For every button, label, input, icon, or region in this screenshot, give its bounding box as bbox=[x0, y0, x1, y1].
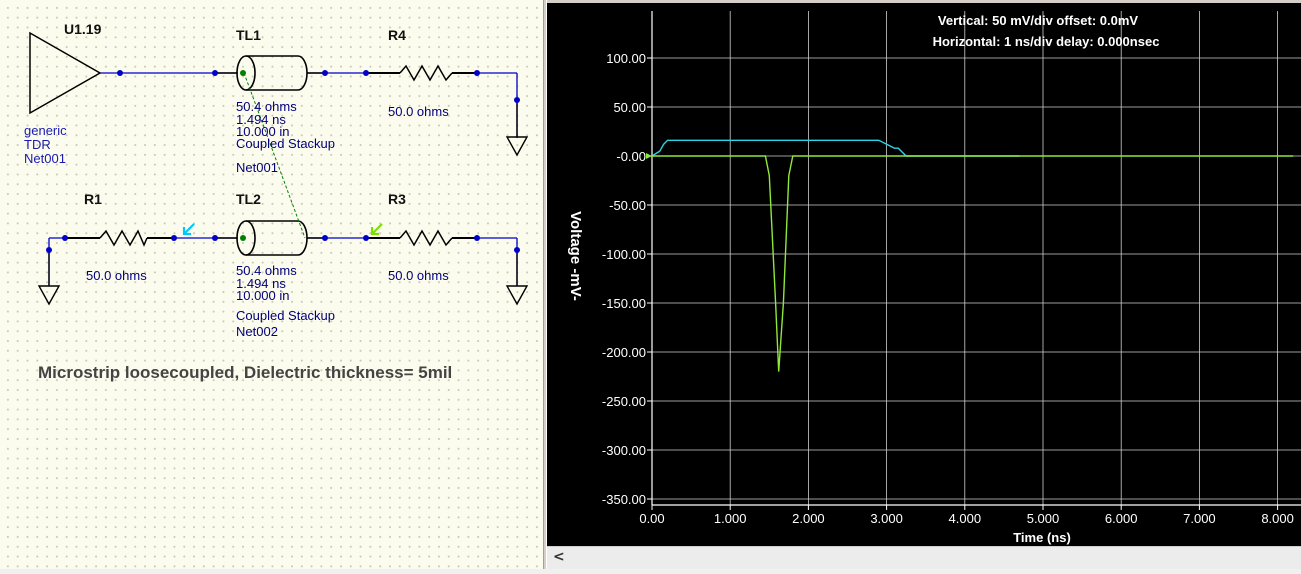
y-tick-label: -150.00 bbox=[602, 296, 646, 311]
vertical-scale-info: Vertical: 50 mV/div offset: 0.0mV bbox=[938, 13, 1138, 28]
u1-ref-label: U1.19 bbox=[64, 21, 102, 37]
resistor-r4-symbol[interactable] bbox=[399, 64, 453, 82]
x-tick-label: 3.000 bbox=[870, 511, 903, 526]
plot-grid bbox=[647, 11, 1301, 510]
probe-arrow-green-icon[interactable] bbox=[370, 223, 383, 236]
y-tick-label: -100.00 bbox=[602, 247, 646, 262]
driver-type-label: TDR bbox=[24, 137, 51, 152]
tl2-length: 10.000 in bbox=[236, 288, 290, 303]
x-tick-labels: 0.00 1.000 2.000 3.000 4.000 5.000 6.000 7.000 8… bbox=[639, 511, 1294, 526]
r3-value: 50.0 ohms bbox=[388, 268, 449, 283]
driver-net-label: Net001 bbox=[24, 151, 66, 166]
horizontal-scrollbar[interactable]: < bbox=[547, 546, 1301, 569]
y-tick-label: -300.00 bbox=[602, 443, 646, 458]
transmission-line-tl1-symbol[interactable] bbox=[215, 55, 325, 91]
waveform-traces bbox=[646, 139, 1294, 372]
r4-value: 50.0 ohms bbox=[388, 104, 449, 119]
x-tick-label: 7.000 bbox=[1183, 511, 1216, 526]
r4-ref-label: R4 bbox=[388, 27, 406, 43]
y-tick-label: -350.00 bbox=[602, 492, 646, 507]
r1-ref-label: R1 bbox=[84, 191, 102, 207]
tl1-stackup: Coupled Stackup bbox=[236, 136, 335, 151]
y-tick-label: -50.00 bbox=[609, 198, 646, 213]
tl2-stackup: Coupled Stackup bbox=[236, 308, 335, 323]
schematic-drawing: U1.19 TL1 R4 R1 TL2 R3 generic TDR Net00… bbox=[24, 21, 529, 382]
waveform-trace-2 bbox=[652, 155, 1294, 372]
x-tick-label: 4.000 bbox=[949, 511, 982, 526]
ground-symbol-r4 bbox=[505, 103, 529, 157]
transmission-line-tl2-symbol[interactable] bbox=[215, 220, 325, 256]
waveform-trace-1 bbox=[651, 139, 1020, 157]
tl1-net: Net001 bbox=[236, 160, 278, 175]
y-tick-labels: 100.00 50.00 -0.00 -50.00 -100.00 -150.00 -200… bbox=[602, 51, 646, 507]
schematic-caption: Microstrip loosecoupled, Dielectric thic… bbox=[38, 363, 452, 382]
ground-symbol-r3 bbox=[505, 252, 529, 306]
y-tick-label: -0.00 bbox=[616, 149, 646, 164]
waveform-plot: 100.00 50.00 -0.00 -50.00 -100.00 -150.00 -200… bbox=[567, 11, 1301, 545]
resistor-r1-symbol[interactable] bbox=[99, 229, 148, 247]
y-axis-label: Voltage -mV- bbox=[567, 211, 584, 301]
resistor-r3-symbol[interactable] bbox=[399, 229, 453, 247]
x-axis-label: Time (ns) bbox=[1013, 530, 1071, 545]
driver-model-label: generic bbox=[24, 123, 67, 138]
zero-level-marker-icon bbox=[646, 153, 652, 159]
ground-symbol-r1 bbox=[37, 252, 61, 306]
x-tick-label: 0.00 bbox=[639, 511, 664, 526]
y-tick-label: -250.00 bbox=[602, 394, 646, 409]
y-tick-label: -200.00 bbox=[602, 345, 646, 360]
probe-arrow-cyan-icon[interactable] bbox=[182, 223, 195, 236]
y-tick-label: 100.00 bbox=[606, 51, 646, 66]
x-tick-label: 5.000 bbox=[1027, 511, 1060, 526]
x-tick-label: 1.000 bbox=[714, 511, 747, 526]
r3-ref-label: R3 bbox=[388, 191, 406, 207]
tl1-ref-label: TL1 bbox=[236, 27, 261, 43]
schematic-canvas[interactable]: U1.19 TL1 R4 R1 TL2 R3 generic TDR Net00… bbox=[0, 0, 543, 569]
horizontal-scale-info: Horizontal: 1 ns/div delay: 0.000nsec bbox=[933, 34, 1160, 49]
coupling-link bbox=[243, 72, 306, 239]
x-tick-label: 6.000 bbox=[1105, 511, 1138, 526]
node-dots bbox=[46, 70, 520, 253]
y-tick-label: 50.00 bbox=[613, 100, 646, 115]
oscilloscope-panel: 100.00 50.00 -0.00 -50.00 -100.00 -150.00 -200… bbox=[547, 0, 1301, 546]
tdr-driver-symbol[interactable] bbox=[29, 31, 102, 115]
x-tick-label: 2.000 bbox=[792, 511, 825, 526]
scroll-left-arrow-icon[interactable]: < bbox=[553, 549, 565, 565]
tl2-ref-label: TL2 bbox=[236, 191, 261, 207]
x-tick-label: 8.000 bbox=[1261, 511, 1294, 526]
r1-value: 50.0 ohms bbox=[86, 268, 147, 283]
tl2-net: Net002 bbox=[236, 324, 278, 339]
